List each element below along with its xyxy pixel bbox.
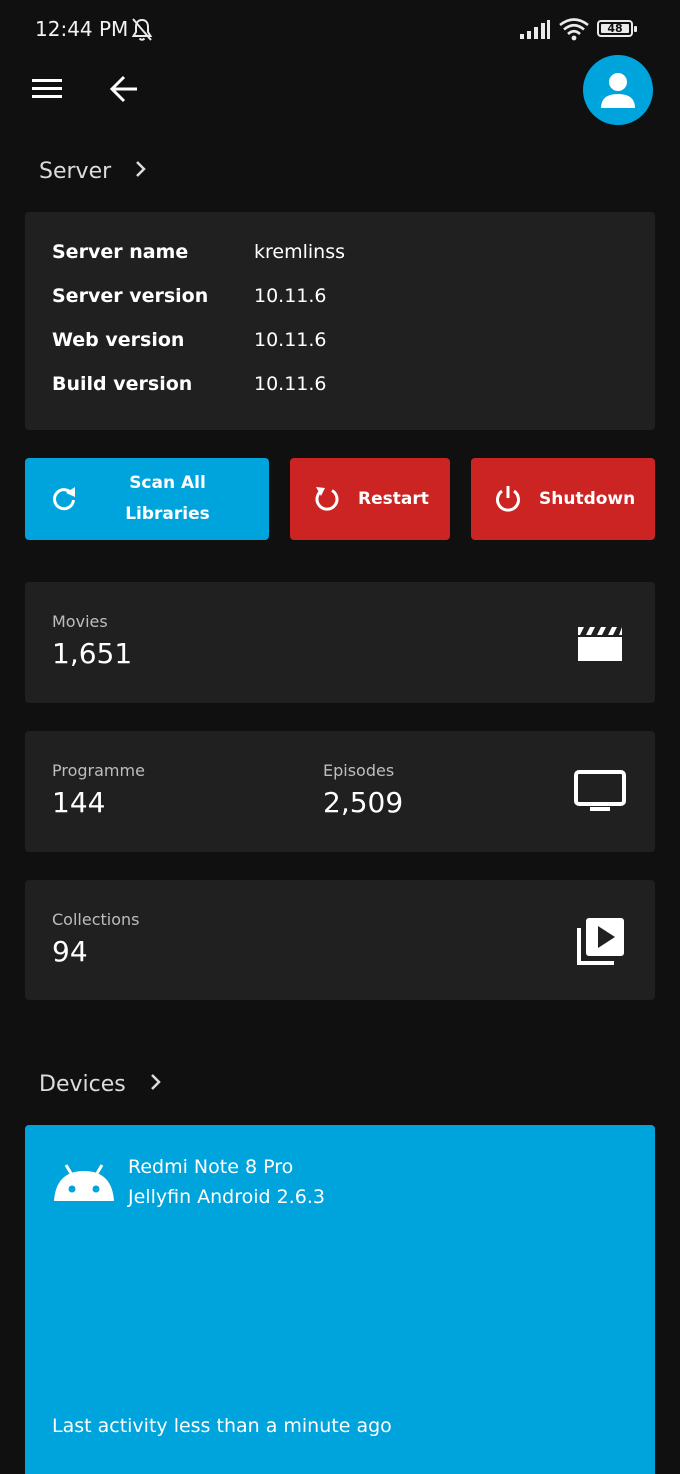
- menu-icon[interactable]: [32, 77, 62, 105]
- tv-stat-card[interactable]: Programme 144 Episodes 2,509: [25, 731, 655, 852]
- episodes-label: Episodes: [323, 761, 395, 780]
- collections-stat-card[interactable]: Collections 94: [25, 880, 655, 1000]
- devices-section-title: Devices: [39, 1071, 126, 1097]
- server-name-row: Server name kremlinss: [52, 241, 612, 271]
- programme-label: Programme: [52, 761, 145, 780]
- power-icon: [494, 485, 522, 518]
- refresh-icon: [51, 486, 77, 517]
- info-label: Server name: [52, 241, 189, 263]
- device-last-activity: Last activity less than a minute ago: [52, 1415, 392, 1437]
- server-section-link[interactable]: Server: [39, 153, 147, 189]
- scan-label-line2: Libraries: [125, 504, 210, 524]
- device-card[interactable]: Redmi Note 8 Pro Jellyfin Android 2.6.3 …: [25, 1125, 655, 1474]
- info-value: 10.11.6: [254, 329, 327, 351]
- programme-count: 144: [52, 786, 106, 819]
- battery-level: 48: [601, 23, 629, 34]
- restart-icon: [313, 485, 341, 518]
- restart-button[interactable]: Restart: [290, 458, 450, 540]
- battery-icon: 48: [597, 20, 637, 37]
- server-info-card: Server name kremlinss Server version 10.…: [25, 212, 655, 430]
- android-icon: [52, 1163, 116, 1207]
- restart-label: Restart: [358, 489, 429, 509]
- info-label: Web version: [52, 329, 185, 351]
- video-library-icon: [576, 916, 626, 970]
- info-value: 10.11.6: [254, 285, 327, 307]
- scan-label-line1: Scan All: [129, 473, 206, 493]
- device-name: Redmi Note 8 Pro: [128, 1156, 294, 1178]
- device-app: Jellyfin Android 2.6.3: [128, 1186, 325, 1208]
- user-avatar-icon: [601, 73, 635, 108]
- info-label: Build version: [52, 373, 193, 395]
- shutdown-button[interactable]: Shutdown: [471, 458, 655, 540]
- status-bar: 12:44 PM 48: [0, 0, 680, 60]
- user-avatar-button[interactable]: [583, 55, 653, 125]
- movie-clapperboard-icon: [576, 623, 624, 667]
- server-section-title: Server: [39, 158, 112, 184]
- collections-count: 94: [52, 935, 88, 968]
- build-version-row: Build version 10.11.6: [52, 373, 612, 403]
- movies-label: Movies: [52, 612, 108, 631]
- info-value: 10.11.6: [254, 373, 327, 395]
- server-version-row: Server version 10.11.6: [52, 285, 612, 315]
- movies-stat-card[interactable]: Movies 1,651: [25, 582, 655, 703]
- devices-section-link[interactable]: Devices: [39, 1066, 162, 1102]
- episodes-count: 2,509: [323, 786, 404, 819]
- status-time: 12:44 PM: [35, 17, 129, 41]
- chevron-right-icon: [135, 159, 147, 184]
- scan-all-libraries-button[interactable]: Scan All Libraries: [25, 458, 269, 540]
- movies-count: 1,651: [52, 637, 133, 670]
- signal-icon: [519, 20, 551, 44]
- info-label: Server version: [52, 285, 209, 307]
- chevron-right-icon: [150, 1072, 162, 1097]
- tv-icon: [573, 769, 627, 817]
- info-value: kremlinss: [254, 241, 345, 263]
- collections-label: Collections: [52, 910, 140, 929]
- web-version-row: Web version 10.11.6: [52, 329, 612, 359]
- shutdown-label: Shutdown: [539, 489, 636, 509]
- wifi-icon: [558, 17, 590, 45]
- back-arrow-icon[interactable]: [108, 74, 140, 108]
- bell-off-icon: [130, 17, 154, 47]
